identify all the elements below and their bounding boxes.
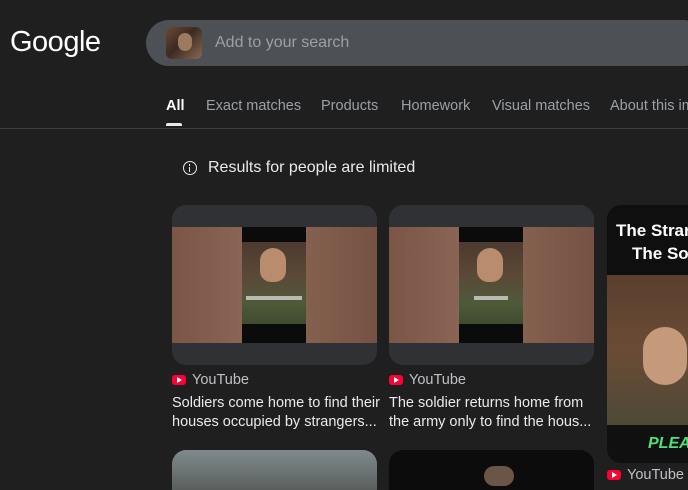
thumbnail-caption: PLEA <box>648 435 688 452</box>
youtube-icon <box>607 470 621 480</box>
soldier-face <box>477 248 503 282</box>
video-scene <box>242 242 306 324</box>
tab-visual-matches[interactable]: Visual matches <box>492 98 590 114</box>
video-still <box>242 227 306 343</box>
search-bar[interactable]: Add to your search <box>146 20 688 66</box>
thumbnail-figure <box>484 466 514 486</box>
tab-homework[interactable]: Homework <box>401 98 470 114</box>
tab-about-this-image[interactable]: About this im <box>610 98 688 114</box>
search-input[interactable]: Add to your search <box>215 34 349 52</box>
result-card-4-thumbnail[interactable] <box>172 450 377 490</box>
search-tabs: All Exact matches Products Homework Visu… <box>0 90 688 129</box>
result-card-3-thumbnail[interactable]: The Stran The So PLEA <box>607 205 688 463</box>
tab-exact-matches[interactable]: Exact matches <box>206 98 301 114</box>
video-subtitle <box>474 296 508 300</box>
source-name: YouTube <box>627 467 684 483</box>
soldier-face <box>260 248 286 282</box>
notice-text: Results for people are limited <box>208 159 416 176</box>
result-card-5-thumbnail[interactable] <box>389 450 594 490</box>
search-image-thumbnail[interactable] <box>166 27 202 59</box>
youtube-icon <box>389 375 403 385</box>
video-frame <box>389 227 594 343</box>
active-tab-indicator <box>166 123 182 126</box>
tab-all[interactable]: All <box>166 98 185 114</box>
video-subtitle <box>246 296 302 300</box>
youtube-icon <box>172 375 186 385</box>
thumbnail-title-line-1: The Stran <box>616 221 688 240</box>
tab-products[interactable]: Products <box>321 98 378 114</box>
result-title[interactable]: The soldier returns home from the army o… <box>389 394 597 432</box>
thumbnail-title-banner: The Stran The So <box>607 205 688 275</box>
info-icon[interactable] <box>183 161 197 175</box>
thumbnail-scene <box>607 275 688 425</box>
result-thumbnail[interactable] <box>389 205 594 365</box>
thumbnail-title-text: The Stran The So <box>616 219 688 265</box>
source-name: YouTube <box>409 372 466 388</box>
video-frame <box>172 227 377 343</box>
video-still <box>459 227 523 343</box>
thumbnail-caption-bar: PLEA <box>607 425 688 463</box>
source-name: YouTube <box>192 372 249 388</box>
result-thumbnail[interactable] <box>172 205 377 365</box>
video-scene <box>459 242 523 324</box>
google-logo[interactable]: Google <box>10 26 101 59</box>
soldier-face <box>643 327 687 385</box>
thumbnail-title-line-2: The So <box>632 244 688 263</box>
result-title[interactable]: Soldiers come home to find their houses … <box>172 394 380 432</box>
